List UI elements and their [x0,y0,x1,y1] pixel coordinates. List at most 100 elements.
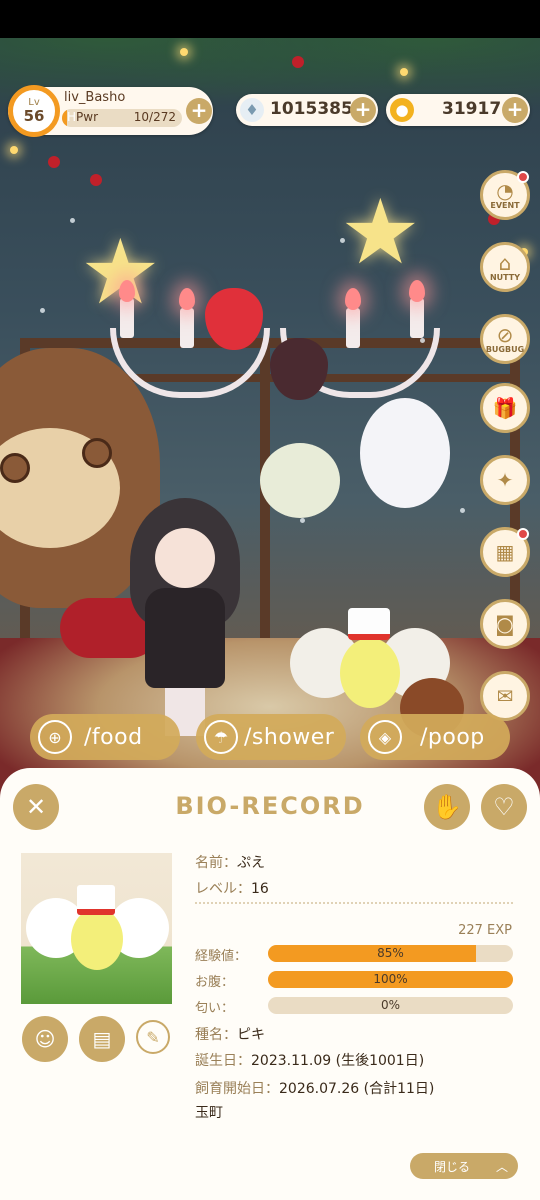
diamond-icon: ♦ [240,98,264,122]
add-coin-button[interactable]: + [502,97,528,123]
button-eye [0,453,30,483]
pet-card-button[interactable]: ▤ [79,1016,125,1062]
nutty-label: NUTTY [489,272,521,282]
camera-icon: ◙ [495,612,515,636]
exp-label: 経験値： [195,949,248,964]
candle-flame [119,280,135,302]
edit-button[interactable]: ✎ [136,1020,170,1054]
level-label: レベル： [195,881,251,897]
candle-flame [345,288,361,310]
profile-panel[interactable]: Lv 56 liv_Basho HPwr 10/272 + [8,85,213,137]
snowflake [40,308,45,313]
place-value: 玉町 [195,1105,223,1121]
raising-row: 飼育開始日：2026.07.26 (合計11日) [195,1078,434,1098]
smell-percent: 0% [380,998,401,1012]
white-cat-pet[interactable] [360,398,450,508]
calendar-icon: ▦ [495,540,515,564]
coin-value: 31917 [442,99,502,119]
status-bar [0,0,540,38]
divider [195,902,513,904]
species-row: 種名：ピキ [195,1024,265,1044]
nutty-button[interactable]: ⌂ NUTTY [480,242,530,292]
snowflake [300,518,305,523]
clock-icon: ◔ [496,178,514,203]
poop-button[interactable]: ◈ /poop [360,714,510,760]
clipboard-icon: ▤ [92,1027,112,1051]
berry [292,56,304,68]
bird-pet[interactable] [260,443,340,518]
coin-counter: ● 31917 + [386,94,530,126]
collapse-tab[interactable]: 閉じる ︿ [410,1153,518,1179]
smell-label: 匂い： [195,1001,235,1016]
hunger-label: お腹： [195,975,235,990]
poop-label: /poop [420,724,485,750]
fairy-light [400,68,408,76]
coin-icon: ● [390,98,414,122]
name-row: 名前：ぷえ [195,852,265,872]
gift-icon: 🎁 [492,396,518,420]
shower-label: /shower [244,724,335,750]
place-row: 玉町 [195,1102,223,1122]
ticket-icon: ✦ [496,468,514,492]
notification-badge [517,528,529,540]
bio-record-sheet: ✕ BIO-RECORD ✋ ♡ ☺ ▤ ✎ 名前：ぷえ レベル：16 227 … [0,768,540,1200]
food-icon: ⊕ [38,720,72,754]
diamond-value: 1015385 [270,99,353,119]
species-value: ピキ [237,1027,265,1043]
star-ornament: ★ [340,180,421,285]
username: liv_Basho [64,90,126,105]
exp-bar: 85% [268,945,513,962]
bugbug-button[interactable]: ⊘ BUGBUG [480,314,530,364]
fairy-light [180,48,188,56]
berry [48,156,60,168]
event-label: EVENT [490,200,520,210]
species-label: 種名： [195,1027,237,1043]
camera-button[interactable]: ◙ [480,599,530,649]
exp-total: 227 EXP [458,923,512,938]
snowflake [70,218,75,223]
hp-bar: HPwr 10/272 [62,109,182,127]
avatar-face [155,528,215,588]
pet-portrait [21,853,172,1004]
smell-bar: 0% [268,997,513,1014]
candle [410,298,424,338]
poop-icon: ◈ [368,720,402,754]
add-hp-button[interactable]: + [186,98,212,124]
bugbug-label: BUGBUG [485,344,525,354]
ticket-button[interactable]: ✦ [480,455,530,505]
player-avatar[interactable] [130,498,240,738]
pet-body [340,638,400,708]
heart-icon: ♡ [493,793,515,821]
portrait-body [71,908,123,970]
candle [180,308,194,348]
exp-percent: 85% [377,946,404,960]
pet-face-icon: ☺ [34,1027,56,1051]
button-eye [82,438,112,468]
level-badge: Lv 56 [8,85,60,137]
portrait-hat [77,885,115,915]
level-row: レベル：16 [195,878,269,898]
shower-icon: ☂ [204,720,238,754]
add-diamond-button[interactable]: + [350,97,376,123]
shop-icon: ⌂ [498,250,512,275]
pet-face-button[interactable]: ☺ [22,1016,68,1062]
favorite-button[interactable]: ♡ [481,784,527,830]
level-value: 16 [251,881,269,897]
candle-flame [409,280,425,302]
gift-button[interactable]: 🎁 [480,383,530,433]
hunger-bar: 100% [268,971,513,988]
pencil-icon: ✎ [146,1027,160,1047]
hunger-percent: 100% [373,972,408,986]
berry [90,174,102,186]
pet-action-button[interactable]: ✋ [424,784,470,830]
hp-label-text: Pwr [76,110,99,124]
net-icon: ⊘ [496,322,514,347]
shower-button[interactable]: ☂ /shower [196,714,346,760]
room-scene[interactable]: ★ ★ [0,38,540,810]
event-button[interactable]: ◔ EVENT [480,170,530,220]
calendar-button[interactable]: ▦ [480,527,530,577]
pet-top-hat [348,608,390,640]
hp-letter: H [67,110,77,124]
hp-value: 10/272 [133,110,176,124]
food-button[interactable]: ⊕ /food [30,714,180,760]
